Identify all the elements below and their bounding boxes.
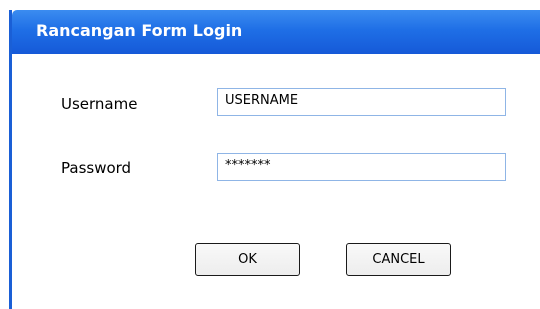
username-field[interactable]: USERNAME bbox=[217, 88, 506, 116]
username-label: Username bbox=[61, 95, 138, 113]
login-window: Rancangan Form Login Username USERNAME P… bbox=[9, 10, 540, 309]
password-label: Password bbox=[61, 159, 132, 177]
window-titlebar[interactable]: Rancangan Form Login bbox=[12, 10, 540, 54]
window-title: Rancangan Form Login bbox=[36, 21, 243, 40]
cancel-button[interactable]: CANCEL bbox=[346, 243, 451, 276]
ok-button[interactable]: OK bbox=[195, 243, 300, 276]
password-field[interactable]: ******* bbox=[217, 153, 506, 181]
